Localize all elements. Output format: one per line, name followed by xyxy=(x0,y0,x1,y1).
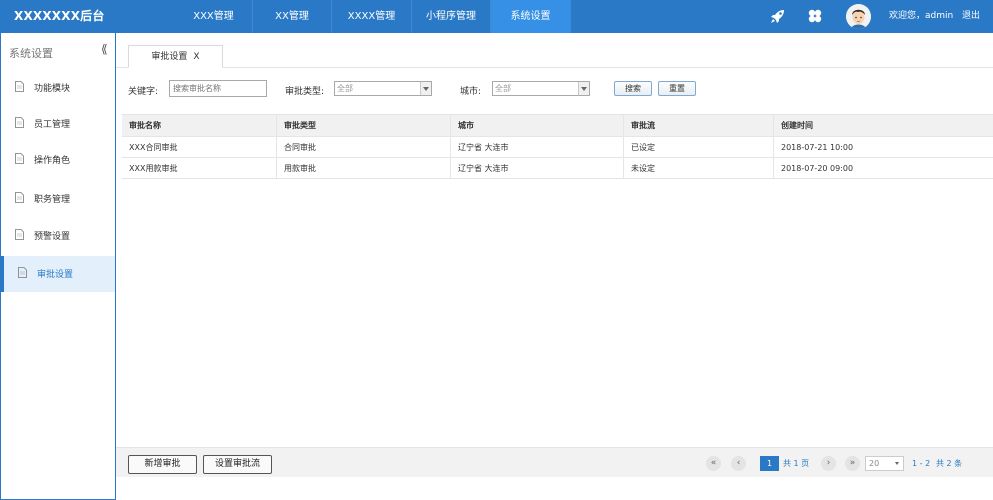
last-page-icon[interactable]: » xyxy=(845,456,860,471)
sidebar-item-label: 操作角色 xyxy=(34,156,71,166)
total-pages-text: 共 1 页 xyxy=(783,459,810,468)
column-header-created[interactable]: 创建时间 xyxy=(774,115,993,136)
set-approval-flow-button[interactable]: 设置审批流 xyxy=(203,455,272,474)
document-icon xyxy=(15,81,24,92)
tab-approval-settings[interactable]: 审批设置 X xyxy=(128,45,223,68)
sidebar-item-label: 员工管理 xyxy=(34,120,71,130)
sidebar-title: 系统设置 xyxy=(9,47,53,60)
cell-created: 2018-07-20 09:00 xyxy=(781,164,854,173)
search-button[interactable]: 搜索 xyxy=(614,81,652,96)
sidebar-item-label: 审批设置 xyxy=(37,270,74,280)
city-select[interactable]: 全部 xyxy=(492,81,590,96)
sidebar-item-alerts[interactable]: 预警设置 xyxy=(1,218,115,254)
nav-item-xx[interactable]: XX管理 xyxy=(253,0,332,33)
sidebar-item-staff[interactable]: 员工管理 xyxy=(1,106,115,142)
cell-created: 2018-07-21 10:00 xyxy=(781,143,854,152)
nav-item-xxx[interactable]: XXX管理 xyxy=(174,0,253,33)
sidebar-item-label: 预警设置 xyxy=(34,232,71,242)
welcome-text: 欢迎您，admin xyxy=(889,11,954,21)
sidebar-item-label: 功能模块 xyxy=(34,84,71,94)
column-header-name[interactable]: 审批名称 xyxy=(122,115,277,136)
approval-type-select[interactable]: 全部 xyxy=(334,81,432,96)
table-row[interactable]: XXX用款审批 用款审批 辽宁省 大连市 未设定 2018-07-20 09:0… xyxy=(122,158,993,179)
document-icon xyxy=(15,153,24,164)
sidebar-item-positions[interactable]: 职务管理 xyxy=(1,181,115,217)
table-row[interactable]: XXX合同审批 合同审批 辽宁省 大连市 已设定 2018-07-21 10:0… xyxy=(122,137,993,158)
cell-flow: 已设定 xyxy=(624,137,774,157)
column-header-city[interactable]: 城市 xyxy=(451,115,624,136)
main-nav: XXX管理 XX管理 XXXX管理 小程序管理 系统设置 xyxy=(174,0,571,33)
cell-type: 用款审批 xyxy=(277,158,451,178)
approval-table: 审批名称 审批类型 城市 审批流 创建时间 XXX合同审批 合同审批 辽宁省 大… xyxy=(122,114,993,179)
total-records-text: 共 2 条 xyxy=(936,459,963,468)
next-page-icon[interactable]: › xyxy=(821,456,836,471)
current-page-button[interactable]: 1 xyxy=(760,456,779,471)
prev-page-icon[interactable]: ‹ xyxy=(731,456,746,471)
cell-name: XXX合同审批 xyxy=(122,137,277,157)
sidebar-item-label: 职务管理 xyxy=(34,195,71,205)
tab-strip: 审批设置 X xyxy=(116,33,993,68)
cell-type: 合同审批 xyxy=(277,137,451,157)
avatar[interactable] xyxy=(846,4,871,29)
cell-city: 辽宁省 大连市 xyxy=(451,137,624,157)
table-header-row: 审批名称 审批类型 城市 审批流 创建时间 xyxy=(122,115,993,137)
cell-name: XXX用款审批 xyxy=(122,158,277,178)
nav-item-system-settings[interactable]: 系统设置 xyxy=(491,0,571,33)
column-header-type[interactable]: 审批类型 xyxy=(277,115,451,136)
cell-city: 辽宁省 大连市 xyxy=(451,158,624,178)
top-bar: XXXXXXX后台 XXX管理 XX管理 XXXX管理 小程序管理 系统设置 欢… xyxy=(0,0,993,33)
logout-link[interactable]: 退出 xyxy=(962,0,980,33)
footer-bar: 新增审批 设置审批流 « ‹ 1 共 1 页 › » 20 1 - 2 共 2 … xyxy=(116,447,993,477)
document-icon xyxy=(15,192,24,203)
document-icon xyxy=(15,229,24,240)
approval-type-label: 审批类型: xyxy=(285,87,325,97)
sidebar-item-approval-settings[interactable]: 审批设置 xyxy=(1,256,115,292)
close-tab-icon[interactable]: X xyxy=(193,52,199,62)
dropdown-arrow-icon xyxy=(578,82,589,95)
first-page-icon[interactable]: « xyxy=(706,456,721,471)
page-size-value: 20 xyxy=(869,459,880,468)
city-value: 全部 xyxy=(495,84,511,93)
user-face-icon xyxy=(846,4,871,29)
tab-label: 审批设置 xyxy=(151,52,188,62)
sidebar: 系统设置 ⟪ 功能模块 员工管理 操作角色 职务管理 预警设置 审批设置 xyxy=(0,33,116,500)
keyword-search-input[interactable] xyxy=(169,80,267,97)
dropdown-arrow-icon xyxy=(420,82,431,95)
brand-title[interactable]: XXXXXXX后台 xyxy=(14,0,105,33)
approval-type-value: 全部 xyxy=(337,84,353,93)
sidebar-item-function-modules[interactable]: 功能模块 xyxy=(1,70,115,106)
nav-item-miniprogram[interactable]: 小程序管理 xyxy=(412,0,491,33)
range-text: 1 - 2 xyxy=(912,459,931,468)
sidebar-item-roles[interactable]: 操作角色 xyxy=(1,142,115,178)
rocket-icon[interactable] xyxy=(770,8,786,24)
clover-icon[interactable] xyxy=(807,8,823,24)
document-icon xyxy=(15,117,24,128)
document-icon xyxy=(18,267,27,278)
keyword-label: 关键字: xyxy=(128,87,159,97)
cell-flow: 未设定 xyxy=(624,158,774,178)
column-header-flow[interactable]: 审批流 xyxy=(624,115,774,136)
nav-item-xxxx[interactable]: XXXX管理 xyxy=(332,0,412,33)
city-label: 城市: xyxy=(460,87,482,97)
add-approval-button[interactable]: 新增审批 xyxy=(128,455,197,474)
collapse-sidebar-icon[interactable]: ⟪ xyxy=(101,42,108,56)
page-size-select[interactable]: 20 xyxy=(865,456,904,471)
reset-button[interactable]: 重置 xyxy=(658,81,696,96)
